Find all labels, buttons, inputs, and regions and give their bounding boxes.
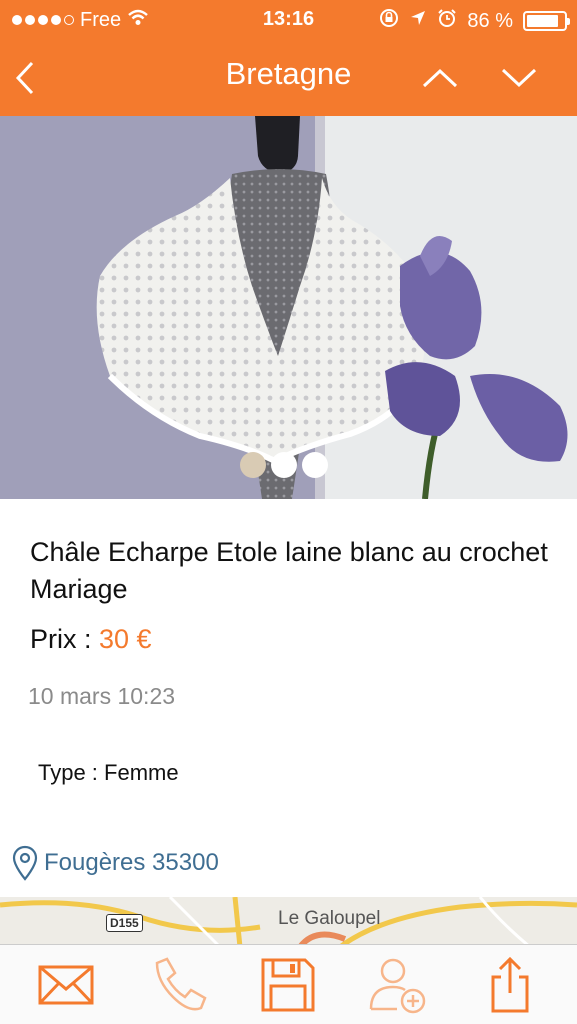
battery-level xyxy=(527,15,558,27)
nav-bar: Bretagne xyxy=(0,38,577,116)
location-arrow-icon xyxy=(409,9,427,33)
product-image xyxy=(0,116,577,499)
save-button[interactable] xyxy=(256,955,320,1015)
location-text: Fougères 35300 xyxy=(44,849,219,876)
alarm-icon xyxy=(437,8,457,34)
price-row: Prix : 30 € xyxy=(30,624,152,655)
email-button[interactable] xyxy=(34,955,98,1015)
previous-listing-button[interactable] xyxy=(417,58,463,98)
listing-type: Type : Femme xyxy=(38,760,179,785)
screen: Free 13:16 86 % Bretagne Châle Echarpe E… xyxy=(0,0,577,1024)
save-icon xyxy=(261,958,315,1012)
price-label: Prix : xyxy=(30,624,100,654)
status-right: 86 % xyxy=(379,8,570,34)
phone-icon xyxy=(155,957,207,1011)
chevron-down-icon xyxy=(501,68,537,88)
rotation-lock-icon xyxy=(379,8,399,34)
share-button[interactable] xyxy=(478,955,542,1015)
bottom-toolbar xyxy=(0,944,577,1024)
mail-icon xyxy=(38,965,94,1005)
road-label: D155 xyxy=(106,914,143,932)
map-pin-icon xyxy=(12,845,38,881)
status-bar: Free 13:16 86 % xyxy=(0,0,577,38)
listing-photo[interactable] xyxy=(0,116,577,499)
location-link[interactable]: Fougères 35300 xyxy=(12,845,219,881)
map-place-label: Le Galoupel xyxy=(278,908,381,929)
next-listing-button[interactable] xyxy=(496,58,542,98)
battery-icon xyxy=(523,11,570,31)
price-value: 30 € xyxy=(99,624,152,654)
call-button[interactable] xyxy=(146,955,210,1015)
pager-dot[interactable] xyxy=(271,452,297,478)
map-preview[interactable]: D155 Le Galoupel xyxy=(0,897,577,947)
battery-percent: 86 % xyxy=(467,9,513,32)
pager-dot-active[interactable] xyxy=(240,452,266,478)
photo-pager[interactable] xyxy=(240,452,328,478)
pager-dot[interactable] xyxy=(302,452,328,478)
add-contact-icon xyxy=(369,958,426,1014)
listing-date: 10 mars 10:23 xyxy=(28,683,176,709)
page-title: Bretagne xyxy=(225,56,352,91)
listing-title: Châle Echarpe Etole laine blanc au croch… xyxy=(30,537,548,604)
chevron-up-icon xyxy=(422,68,458,88)
add-contact-button[interactable] xyxy=(366,955,430,1015)
share-icon xyxy=(491,956,529,1013)
